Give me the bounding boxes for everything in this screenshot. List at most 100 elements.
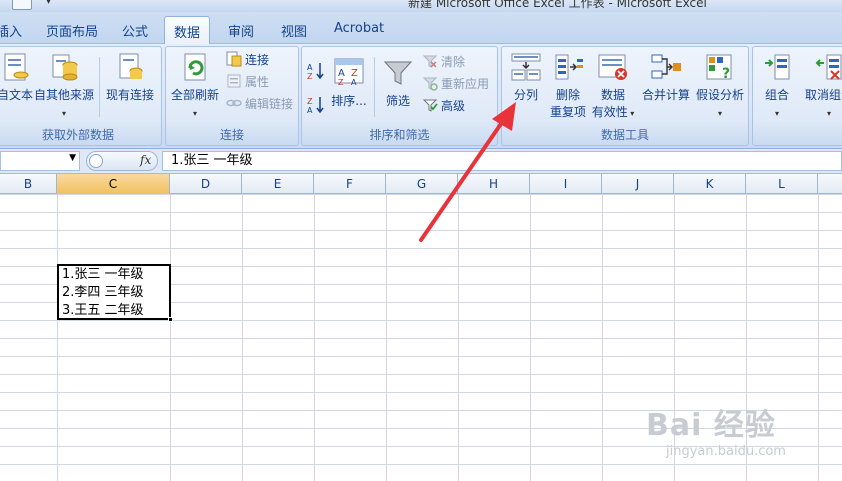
ribbon-tab-bar: 插入 页面布局 公式 数据 审阅 视图 Acrobat — [0, 12, 842, 45]
group-external-data: 自文本 自其他来源 ▾ 现有连接 获取外部数据 — [0, 46, 162, 146]
column-header[interactable]: G — [386, 174, 458, 194]
connections-icon — [226, 51, 242, 67]
tab-data[interactable]: 数据 — [164, 16, 211, 45]
tab-insert[interactable]: 插入 — [0, 21, 22, 40]
clear-filter-button[interactable]: 清除 — [422, 53, 465, 70]
group-outline: 组合 ▾ 取消组合 ▾ — [752, 46, 842, 146]
baidu-watermark-url: jingyan.baidu.com — [666, 444, 786, 459]
window-title: 新建 Microsoft Office Excel 工作表 - Microsof… — [408, 0, 707, 10]
refresh-icon — [184, 53, 206, 81]
column-headers: B C D E F G H I J K L — [0, 174, 842, 194]
connections-button[interactable]: 连接 — [226, 51, 269, 68]
text-to-columns-label: 分列 — [513, 88, 538, 102]
what-if-icon: ? — [706, 54, 732, 82]
sort-za-button[interactable]: ZA — [306, 95, 328, 115]
tab-page-layout[interactable]: 页面布局 — [46, 21, 98, 40]
svg-text:?: ? — [722, 66, 730, 82]
formula-input[interactable]: 1.张三 一年级 — [162, 151, 842, 171]
other-sources-button[interactable]: 自其他来源 ▾ — [33, 51, 95, 122]
existing-connections-button[interactable]: 现有连接 — [103, 51, 157, 104]
advanced-filter-icon — [422, 99, 438, 112]
existing-connections-icon — [119, 53, 143, 79]
sort-dialog-icon: A ZZ A — [334, 58, 364, 87]
column-header[interactable]: H — [458, 174, 530, 194]
column-header[interactable]: I — [530, 174, 602, 194]
ungroup-button[interactable]: 取消组合 ▾ — [799, 51, 842, 122]
sort-az-button[interactable]: AZ — [306, 61, 328, 81]
tab-view[interactable]: 视图 — [281, 21, 307, 40]
chevron-down-icon: ▾ — [717, 109, 722, 118]
chevron-down-icon: ▾ — [192, 109, 197, 118]
properties-button[interactable]: 属性 — [226, 73, 269, 90]
group-label-external: 获取外部数据 — [41, 128, 114, 142]
group-button[interactable]: 组合 ▾ — [757, 51, 797, 122]
active-cell[interactable]: 1.张三 一年级 2.李四 三年级 3.王五 二年级 — [57, 264, 171, 320]
insert-function-button[interactable]: fx — [140, 153, 151, 167]
text-to-columns-icon — [511, 53, 541, 81]
gridline — [818, 194, 819, 481]
text-to-columns-button[interactable]: 分列 — [506, 51, 546, 104]
cell-line-1: 1.张三 一年级 — [62, 267, 144, 282]
ungroup-rows-icon — [815, 54, 842, 80]
expand-handle-icon[interactable] — [89, 154, 103, 168]
data-validation-icon — [598, 54, 627, 80]
clear-label: 清除 — [441, 55, 466, 69]
column-header[interactable]: F — [314, 174, 386, 194]
quick-access-search-icon[interactable] — [12, 0, 32, 10]
group-rows-icon — [765, 54, 790, 80]
other-sources-label: 自其他来源 — [33, 88, 94, 102]
funnel-icon — [383, 61, 413, 85]
column-header[interactable]: E — [242, 174, 314, 194]
gridline — [170, 194, 171, 481]
column-header[interactable]: K — [674, 174, 746, 194]
properties-icon — [227, 74, 241, 88]
filter-button[interactable]: 筛选 — [380, 57, 416, 110]
name-box[interactable]: ▼ — [0, 151, 80, 171]
edit-links-button[interactable]: 编辑链接 — [226, 95, 293, 112]
sort-button[interactable]: AZZA 排序... — [330, 57, 368, 110]
baidu-watermark: Bai 经验 — [646, 408, 776, 443]
tab-review[interactable]: 审阅 — [228, 21, 254, 40]
remove-duplicates-button[interactable]: 删除 重复项 — [546, 51, 590, 121]
gridline — [386, 194, 387, 481]
from-text-button[interactable]: 自文本 — [0, 51, 35, 104]
quick-access-dropdown-icon[interactable]: ▾ — [46, 0, 51, 7]
gridline — [242, 194, 243, 481]
validation-label-2: 有效性 — [591, 105, 628, 119]
svg-text:A: A — [307, 106, 313, 115]
fill-handle[interactable] — [168, 317, 173, 322]
reapply-label: 重新应用 — [441, 77, 490, 91]
group-label-data-tools: 数据工具 — [600, 128, 649, 142]
title-bar: ▾ 新建 Microsoft Office Excel 工作表 - Micros… — [0, 0, 842, 12]
column-header-selected[interactable]: C — [57, 174, 170, 194]
formula-controls: fx — [86, 151, 158, 171]
consolidate-label: 合并计算 — [641, 88, 690, 102]
reapply-icon — [422, 77, 438, 91]
column-header[interactable]: L — [746, 174, 818, 194]
refresh-all-button[interactable]: 全部刷新 ▾ — [168, 51, 222, 122]
what-if-analysis-button[interactable]: ? 假设分析 ▾ — [692, 51, 748, 122]
svg-text:Z: Z — [307, 72, 313, 81]
column-header[interactable]: B — [0, 174, 57, 194]
group-connections: 全部刷新 ▾ 连接 属性 编辑链接 连接 — [165, 46, 299, 146]
svg-text:Z: Z — [307, 97, 313, 106]
formula-bar: ▼ fx 1.张三 一年级 — [0, 149, 842, 174]
name-box-dropdown-icon[interactable]: ▼ — [69, 153, 76, 163]
advanced-filter-button[interactable]: 高级 — [422, 97, 465, 114]
tab-formulas[interactable]: 公式 — [122, 21, 148, 40]
svg-text:Z: Z — [338, 78, 344, 87]
data-validation-button[interactable]: 数据 有效性 ▾ — [590, 51, 636, 122]
group-label-sort-filter: 排序和筛选 — [369, 128, 430, 142]
column-header[interactable]: D — [170, 174, 242, 194]
chevron-down-icon: ▾ — [627, 109, 635, 118]
consolidate-button[interactable]: 合并计算 — [638, 51, 694, 104]
filter-label: 筛选 — [385, 94, 410, 108]
reapply-button[interactable]: 重新应用 — [422, 75, 489, 92]
svg-text:A: A — [307, 63, 313, 72]
cell-line-3: 3.王五 二年级 — [62, 303, 144, 318]
column-header[interactable]: J — [602, 174, 674, 194]
group-label-connections: 连接 — [219, 128, 244, 142]
divider — [374, 57, 375, 117]
svg-text:A: A — [351, 78, 357, 87]
tab-acrobat[interactable]: Acrobat — [334, 21, 384, 36]
